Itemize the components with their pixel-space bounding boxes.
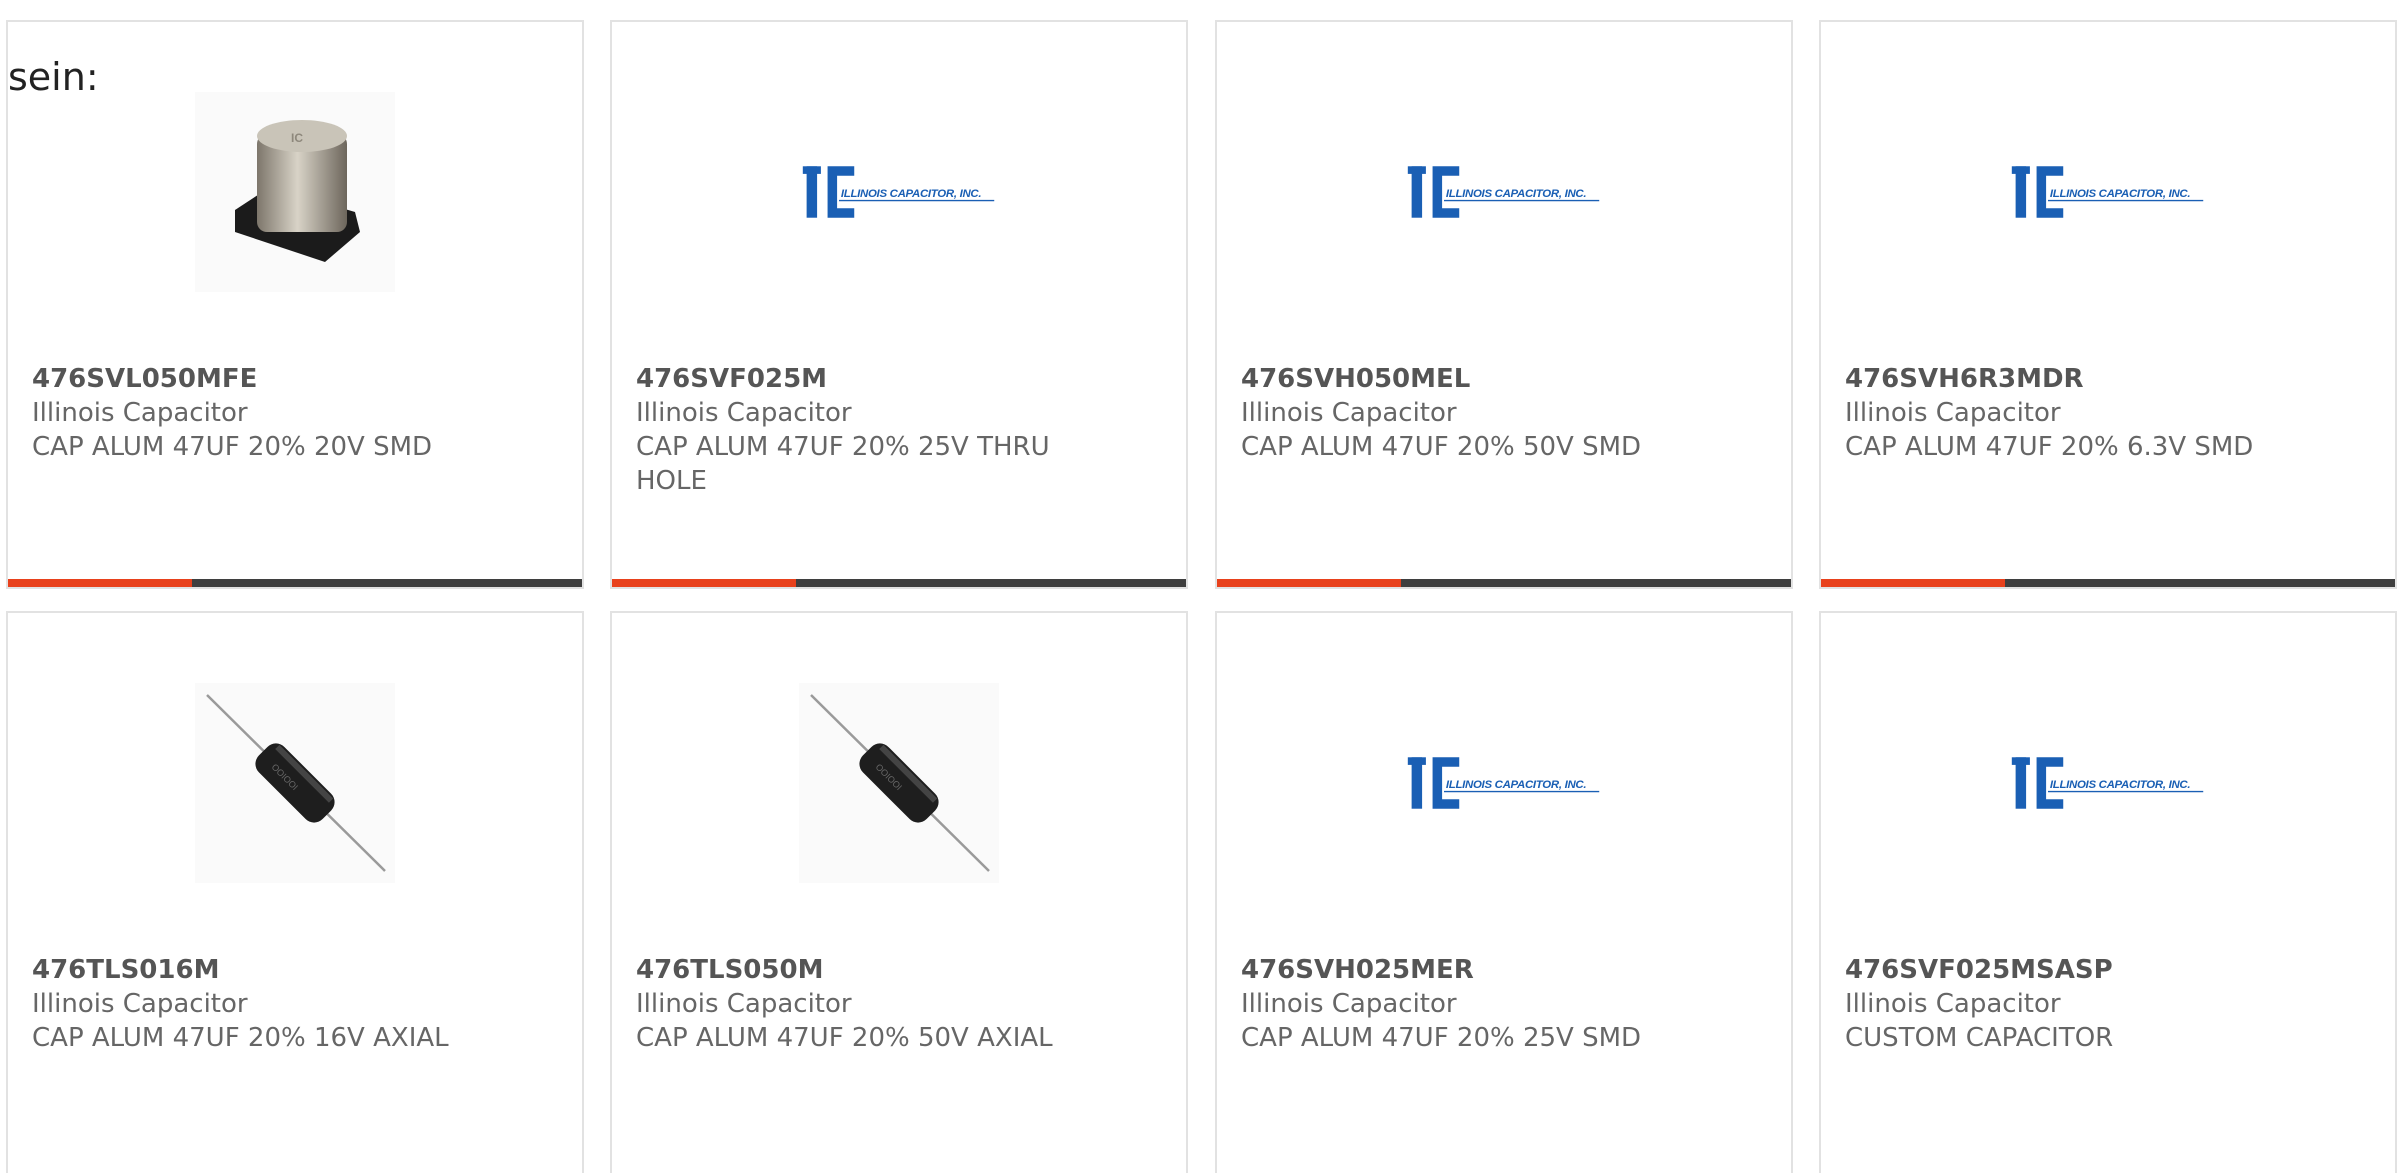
card-progress-bar	[1217, 579, 1791, 587]
part-number[interactable]: 476SVF025MSASP	[1845, 953, 2375, 987]
progress-bar-fill	[1217, 579, 1401, 587]
card-progress-bar	[612, 579, 1186, 587]
manufacturer-name: Illinois Capacitor	[636, 989, 852, 1019]
progress-bar-fill	[8, 579, 192, 587]
product-description: CAP ALUM 47UF 20% 16V AXIAL	[32, 1023, 449, 1053]
progress-bar-fill	[1821, 579, 2005, 587]
smd-capacitor-image: IC	[195, 92, 395, 292]
manufacturer-name: Illinois Capacitor	[32, 398, 248, 428]
product-card[interactable]: OOIOOI 476TLS016M Illinois Capacitor CAP AL…	[6, 611, 584, 1173]
product-image[interactable]: IC	[195, 92, 395, 292]
manufacturer-name: Illinois Capacitor	[1241, 398, 1457, 428]
card-progress-bar	[8, 579, 582, 587]
manufacturer-name: Illinois Capacitor	[1845, 398, 2061, 428]
product-image[interactable]: OOIOOI	[195, 683, 395, 883]
product-description: CAP ALUM 47UF 20% 25V SMD	[1241, 1023, 1642, 1053]
part-number[interactable]: 476SVH025MER	[1241, 953, 1771, 987]
product-image[interactable]: ILLINOIS CAPACITOR, INC.	[1404, 92, 1604, 292]
product-description: CAP ALUM 47UF 20% 25V THRU HOLE	[636, 432, 1050, 496]
part-number[interactable]: 476SVH050MEL	[1241, 362, 1771, 396]
logo-text: ILLINOIS CAPACITOR, INC.	[2050, 779, 2190, 791]
card-progress-bar	[1821, 579, 2395, 587]
part-number[interactable]: 476SVL050MFE	[32, 362, 562, 396]
page: sein: IC 476SVL050MFE Illinois Capacitor CA…	[0, 0, 2400, 1173]
product-card[interactable]: ILLINOIS CAPACITOR, INC. 476SVF025MSASP Il…	[1819, 611, 2397, 1173]
product-card[interactable]: IC 476SVL050MFE Illinois Capacitor CAP ALUM…	[6, 20, 584, 589]
product-description: CUSTOM CAPACITOR	[1845, 1023, 2114, 1053]
manufacturer-name: Illinois Capacitor	[32, 989, 248, 1019]
part-number[interactable]: 476SVH6R3MDR	[1845, 362, 2375, 396]
product-description: CAP ALUM 47UF 20% 50V SMD	[1241, 432, 1642, 462]
product-description: CAP ALUM 47UF 20% 20V SMD	[32, 432, 433, 462]
progress-bar-fill	[612, 579, 796, 587]
logo-text: ILLINOIS CAPACITOR, INC.	[2050, 188, 2190, 200]
logo-text: ILLINOIS CAPACITOR, INC.	[1446, 779, 1586, 791]
manufacturer-name: Illinois Capacitor	[1845, 989, 2061, 1019]
product-image[interactable]: ILLINOIS CAPACITOR, INC.	[2008, 683, 2208, 883]
part-number[interactable]: 476TLS016M	[32, 953, 562, 987]
product-image[interactable]: OOIOOI	[799, 683, 999, 883]
logo-text: ILLINOIS CAPACITOR, INC.	[841, 188, 981, 200]
product-description: CAP ALUM 47UF 20% 6.3V SMD	[1845, 432, 2254, 462]
product-image[interactable]: ILLINOIS CAPACITOR, INC.	[1404, 683, 1604, 883]
manufacturer-name: Illinois Capacitor	[636, 398, 852, 428]
product-image[interactable]: ILLINOIS CAPACITOR, INC.	[2008, 92, 2208, 292]
illinois-capacitor-logo: ILLINOIS CAPACITOR, INC.	[802, 166, 995, 218]
illinois-capacitor-logo: ILLINOIS CAPACITOR, INC.	[1407, 166, 1600, 218]
svg-text:IC: IC	[291, 131, 303, 145]
illinois-capacitor-logo: ILLINOIS CAPACITOR, INC.	[2011, 166, 2204, 218]
manufacturer-name: Illinois Capacitor	[1241, 989, 1457, 1019]
intro-text: sein:	[8, 55, 99, 99]
product-description: CAP ALUM 47UF 20% 50V AXIAL	[636, 1023, 1053, 1053]
illinois-capacitor-logo: ILLINOIS CAPACITOR, INC.	[1407, 757, 1600, 809]
product-card[interactable]: ILLINOIS CAPACITOR, INC. 476SVF025M Illino…	[610, 20, 1188, 589]
part-number[interactable]: 476TLS050M	[636, 953, 1166, 987]
axial-capacitor-image: OOIOOI	[195, 683, 395, 883]
axial-capacitor-image: OOIOOI	[799, 683, 999, 883]
illinois-capacitor-logo: ILLINOIS CAPACITOR, INC.	[2011, 757, 2204, 809]
part-number[interactable]: 476SVF025M	[636, 362, 1166, 396]
product-card[interactable]: ILLINOIS CAPACITOR, INC. 476SVH050MEL Illi…	[1215, 20, 1793, 589]
product-card[interactable]: ILLINOIS CAPACITOR, INC. 476SVH025MER Illi…	[1215, 611, 1793, 1173]
product-card[interactable]: ILLINOIS CAPACITOR, INC. 476SVH6R3MDR Illi…	[1819, 20, 2397, 589]
logo-text: ILLINOIS CAPACITOR, INC.	[1446, 188, 1586, 200]
product-image[interactable]: ILLINOIS CAPACITOR, INC.	[799, 92, 999, 292]
product-card[interactable]: OOIOOI 476TLS050M Illinois Capacitor CAP AL…	[610, 611, 1188, 1173]
